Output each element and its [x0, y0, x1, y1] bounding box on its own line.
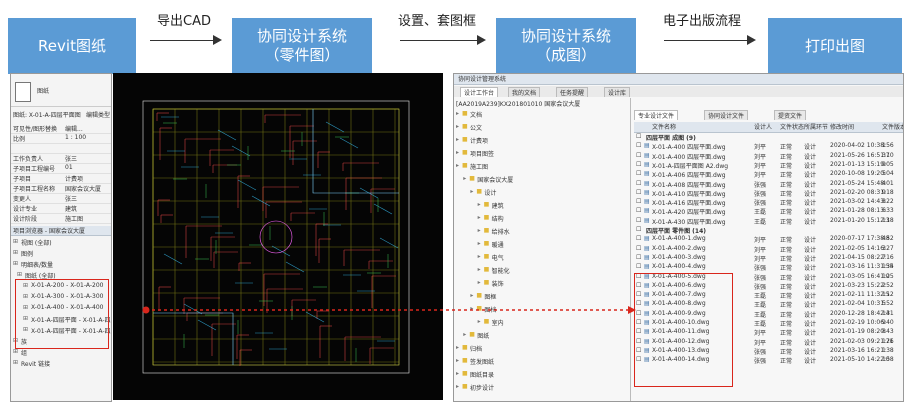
dotted-connector — [142, 306, 636, 314]
